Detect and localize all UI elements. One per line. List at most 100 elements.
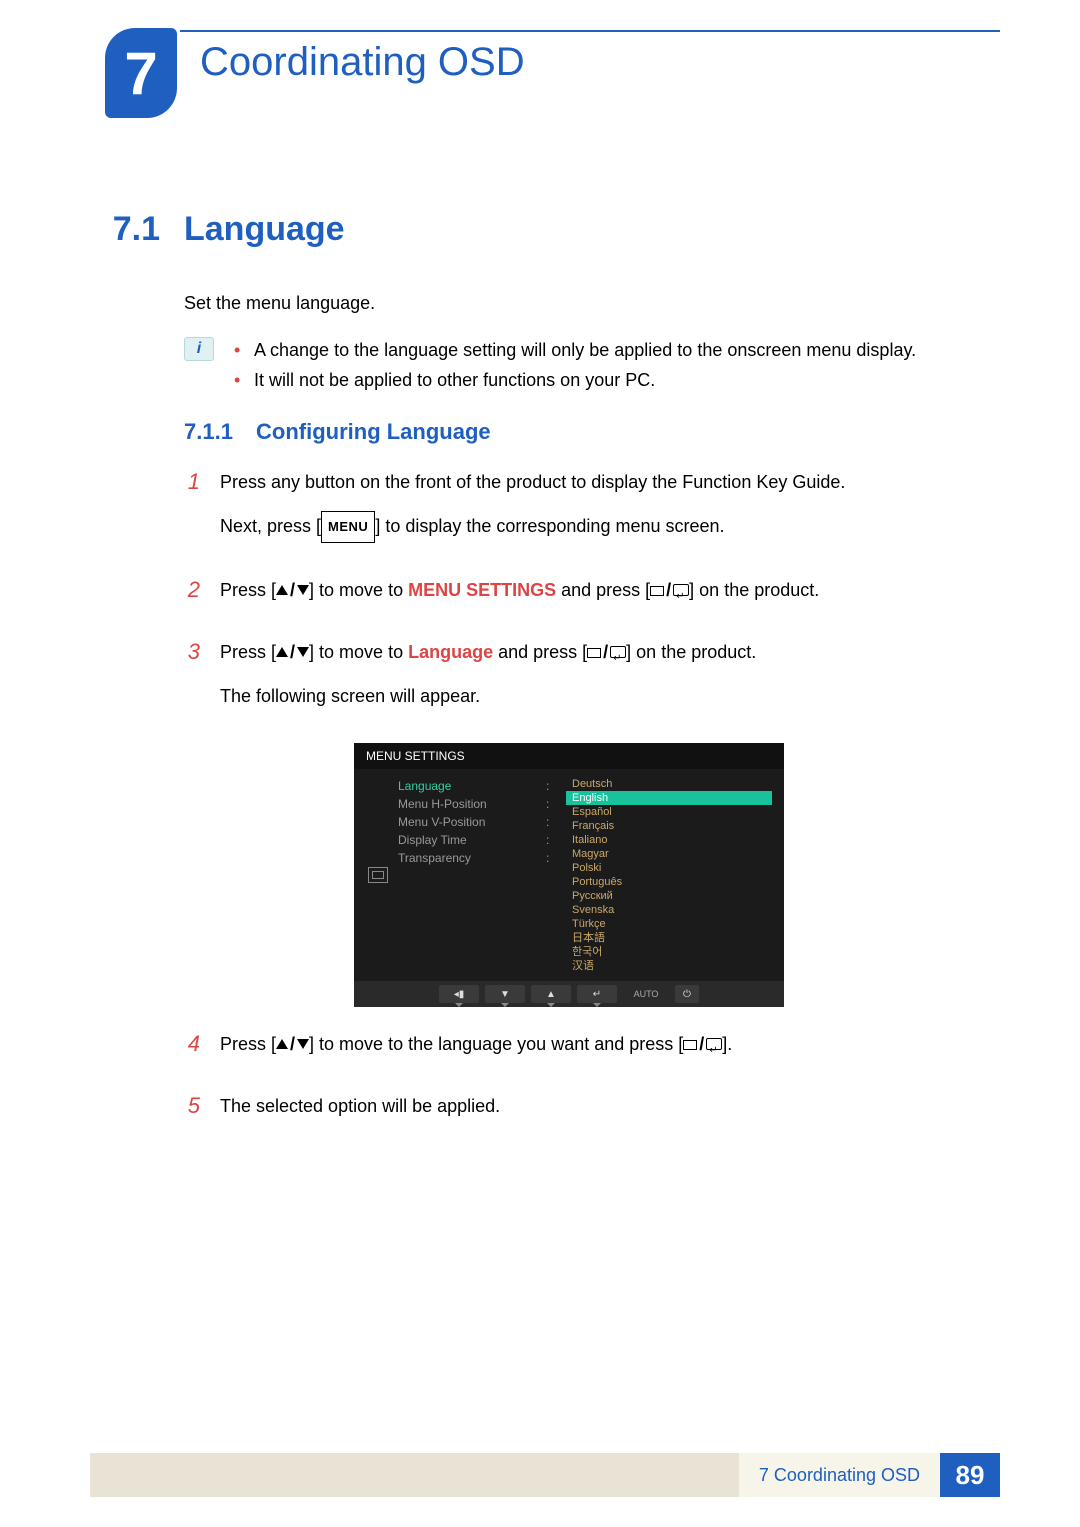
step: 4 Press [ / ] to move to the language you … [184, 1029, 974, 1073]
subsection-title: Configuring Language [256, 419, 491, 445]
osd-footer-down-icon: ▼ [485, 985, 525, 1003]
osd-language-item: Español [566, 805, 772, 819]
osd-language-item: Deutsch [566, 777, 772, 791]
text-fragment: ] on the product. [626, 642, 756, 662]
osd-footer: ◂▮ ▼ ▲ ↵ AUTO ⏻ [354, 981, 784, 1007]
text-fragment: Press [ [220, 642, 276, 662]
source-icon [587, 648, 601, 658]
step-text: Press [/] to move to MENU SETTINGS and p… [220, 575, 974, 605]
osd-language-item: 한국어 [566, 945, 772, 959]
slash-icon: / [288, 1034, 297, 1054]
step-number: 1 [184, 467, 200, 557]
slash-icon: / [601, 642, 610, 662]
section-heading: 7.1 Language [90, 210, 990, 249]
step: 3 Press [ / ] to move to Language and pres… [184, 637, 974, 725]
step-text: The following screen will appear. [220, 681, 974, 711]
text-fragment: and press [ [556, 580, 650, 600]
osd-title: MENU SETTINGS [354, 743, 784, 769]
step: 5 The selected option will be applied. [184, 1091, 974, 1135]
note-item: It will not be applied to other function… [234, 365, 916, 395]
section-title: Language [184, 210, 345, 249]
osd-footer-back-icon: ◂▮ [439, 985, 479, 1003]
osd-footer-enter-icon: ↵ [577, 985, 617, 1003]
menu-button-label: MENU [321, 511, 375, 543]
text-fragment: ] on the product. [689, 580, 819, 600]
osd-language-list: Deutsch English Español Français Italian… [566, 777, 772, 973]
step-text: Next, press [MENU] to display the corres… [220, 511, 974, 543]
step: 1 Press any button on the front of the p… [184, 467, 974, 557]
osd-footer-up-icon: ▲ [531, 985, 571, 1003]
keyword-language: Language [408, 642, 493, 662]
osd-language-item: Italiano [566, 833, 772, 847]
step-number: 5 [184, 1091, 200, 1135]
chapter-number-badge: 7 [105, 28, 177, 118]
step: 2 Press [/] to move to MENU SETTINGS and… [184, 575, 974, 619]
step-text: Press any button on the front of the pro… [220, 467, 974, 497]
osd-language-item-selected: English [566, 791, 772, 805]
slash-icon: / [288, 580, 297, 600]
manual-page: 7 Coordinating OSD 7.1 Language Set the … [0, 0, 1080, 1527]
triangle-up-icon [276, 647, 288, 657]
osd-menu-item: Language [398, 777, 538, 795]
osd-footer-power-icon: ⏻ [675, 985, 699, 1003]
steps-list: 1 Press any button on the front of the p… [184, 467, 974, 725]
osd-panel: MENU SETTINGS Language Menu H-Position M… [354, 743, 784, 1007]
chapter-title: Coordinating OSD [200, 40, 525, 85]
note-icon: i [184, 337, 214, 361]
source-icon [683, 1040, 697, 1050]
step-number: 3 [184, 637, 200, 725]
section-number: 7.1 [90, 210, 160, 249]
osd-menu-list: Language Menu H-Position Menu V-Position… [398, 777, 538, 973]
triangle-up-icon [276, 585, 288, 595]
osd-language-item: Português [566, 875, 772, 889]
triangle-down-icon [297, 647, 309, 657]
footer-page-number: 89 [940, 1453, 1000, 1497]
note-block: i A change to the language setting will … [184, 335, 974, 395]
osd-language-item: Русский [566, 889, 772, 903]
osd-menu-item: Transparency [398, 849, 538, 867]
step-text: Press [ / ] to move to Language and press … [220, 637, 974, 667]
step-text: Press [ / ] to move to the language you wa… [220, 1029, 974, 1059]
slash-icon: / [664, 580, 673, 600]
text-fragment: ] to move to [309, 580, 408, 600]
slash-icon: / [288, 642, 297, 662]
triangle-down-icon [297, 585, 309, 595]
text-fragment: ]. [722, 1034, 732, 1054]
osd-menu-item: Menu H-Position [398, 795, 538, 813]
triangle-down-icon [297, 1039, 309, 1049]
text-fragment: ] to move to [309, 642, 408, 662]
osd-language-item: Svenska [566, 903, 772, 917]
osd-language-item: 日本語 [566, 931, 772, 945]
text-fragment: Press [ [220, 1034, 276, 1054]
osd-language-item: Polski [566, 861, 772, 875]
text-fragment: ] to display the corresponding menu scre… [375, 516, 724, 536]
section-body: Set the menu language. i A change to the… [184, 289, 974, 1135]
osd-category-icon [366, 777, 390, 973]
enter-icon [706, 1038, 722, 1050]
step-text: The selected option will be applied. [220, 1091, 974, 1121]
osd-body: Language Menu H-Position Menu V-Position… [354, 769, 784, 981]
osd-language-item: Français [566, 819, 772, 833]
text-fragment: Next, press [ [220, 516, 321, 536]
note-list: A change to the language setting will on… [234, 335, 916, 395]
text-fragment: and press [ [493, 642, 587, 662]
osd-menu-item: Menu V-Position [398, 813, 538, 831]
steps-list-cont: 4 Press [ / ] to move to the language you … [184, 1029, 974, 1135]
text-fragment: ] to move to the language you want and p… [309, 1034, 683, 1054]
enter-icon [610, 646, 626, 658]
slash-icon: / [697, 1034, 706, 1054]
triangle-up-icon [276, 1039, 288, 1049]
keyword-menu-settings: MENU SETTINGS [408, 580, 556, 600]
subsection-number: 7.1.1 [184, 419, 238, 445]
source-icon [650, 586, 664, 596]
osd-colon-column: ::::: [546, 777, 558, 973]
osd-screenshot: MENU SETTINGS Language Menu H-Position M… [354, 743, 784, 1007]
osd-menu-item: Display Time [398, 831, 538, 849]
section-intro: Set the menu language. [184, 289, 974, 317]
osd-footer-auto-label: AUTO [623, 985, 669, 1003]
step-number: 4 [184, 1029, 200, 1073]
osd-language-item: Türkçe [566, 917, 772, 931]
footer-chapter-label: 7 Coordinating OSD [739, 1453, 940, 1497]
header-rule [180, 30, 1000, 32]
subsection-heading: 7.1.1 Configuring Language [184, 419, 974, 445]
